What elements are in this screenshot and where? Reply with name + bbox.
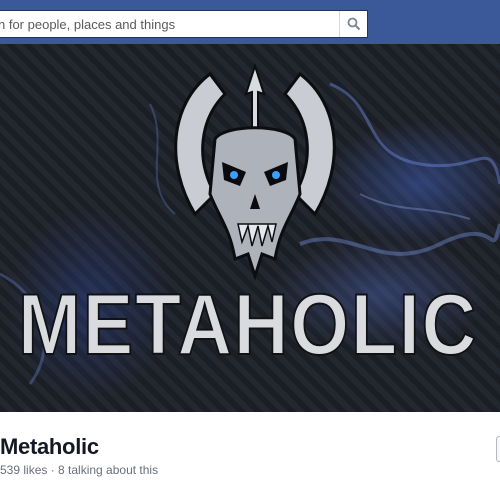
cover-title-text: METAHOLIC (18, 277, 478, 373)
cover-title: METAHOLIC (17, 276, 478, 374)
page-stats: 539 likes · 8 talking about this (0, 463, 159, 477)
search-input[interactable] (0, 11, 338, 37)
top-navigation-bar (0, 0, 500, 44)
page-action-button[interactable] (496, 436, 500, 462)
search-icon (347, 17, 360, 31)
cover-photo[interactable]: METAHOLIC (0, 44, 500, 412)
search-box[interactable] (0, 10, 368, 38)
search-button[interactable] (339, 11, 367, 37)
page-title[interactable]: Metaholic (0, 434, 99, 460)
